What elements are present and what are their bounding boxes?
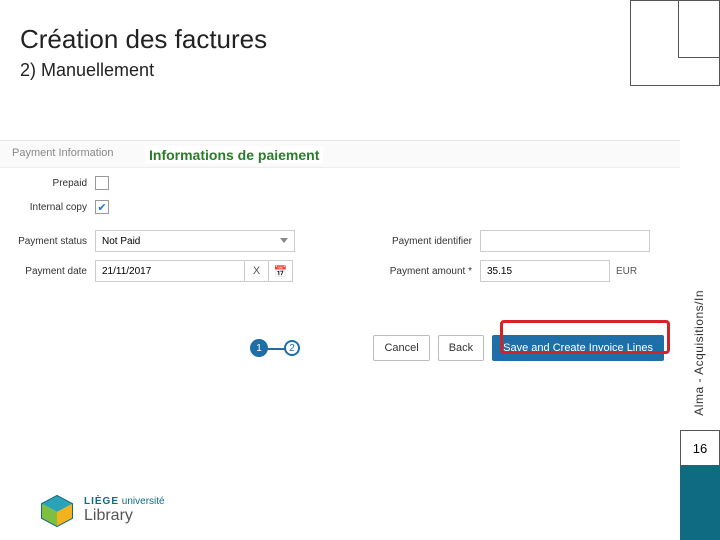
payment-amount-label: Payment amount * — [370, 266, 480, 277]
wizard-footer: 1 2 Cancel Back Save and Create Invoice … — [0, 324, 680, 372]
slide-title: Création des factures — [20, 24, 267, 55]
clear-date-button[interactable]: X — [245, 260, 269, 282]
step-2[interactable]: 2 — [284, 340, 300, 356]
payment-date-label: Payment date — [0, 266, 95, 277]
payment-status-select[interactable]: Not Paid — [95, 230, 295, 252]
form-body: Prepaid Internal copy Payment status Not… — [0, 167, 680, 320]
embedded-screenshot: Payment Information Informations de paie… — [0, 140, 680, 320]
calendar-button[interactable]: 📅 — [269, 260, 293, 282]
payment-amount-input[interactable] — [480, 260, 610, 282]
prepaid-label: Prepaid — [0, 178, 95, 189]
slide-subtitle: 2) Manuellement — [20, 60, 154, 81]
internal-copy-checkbox[interactable] — [95, 200, 109, 214]
payment-identifier-label: Payment identifier — [370, 236, 480, 247]
save-create-lines-button[interactable]: Save and Create Invoice Lines — [492, 335, 664, 361]
logo-icon — [40, 494, 74, 528]
section-label-original: Payment Information — [12, 147, 114, 159]
corner-decoration — [630, 0, 720, 86]
liege-library-logo: LIÈGE université Library — [40, 494, 165, 528]
chevron-down-icon — [280, 238, 288, 243]
section-title-overlay: Informations de paiement — [145, 146, 323, 164]
payment-status-value: Not Paid — [102, 236, 140, 247]
right-rail: 16 — [680, 430, 720, 540]
side-caption: Alma - Acquisitions/In — [692, 290, 706, 416]
internal-copy-label: Internal copy — [0, 202, 95, 213]
payment-date-input[interactable] — [95, 260, 245, 282]
back-button[interactable]: Back — [438, 335, 484, 361]
step-indicator: 1 2 — [250, 339, 300, 357]
close-icon: X — [253, 265, 260, 277]
cancel-button[interactable]: Cancel — [373, 335, 429, 361]
calendar-icon: 📅 — [274, 265, 288, 278]
logo-library-line: Library — [84, 508, 165, 525]
payment-identifier-input[interactable] — [480, 230, 650, 252]
payment-status-label: Payment status — [0, 236, 95, 247]
prepaid-checkbox[interactable] — [95, 176, 109, 190]
step-1[interactable]: 1 — [250, 339, 268, 357]
accent-bar — [680, 466, 720, 540]
currency-label: EUR — [610, 266, 637, 277]
page-number: 16 — [680, 430, 720, 466]
